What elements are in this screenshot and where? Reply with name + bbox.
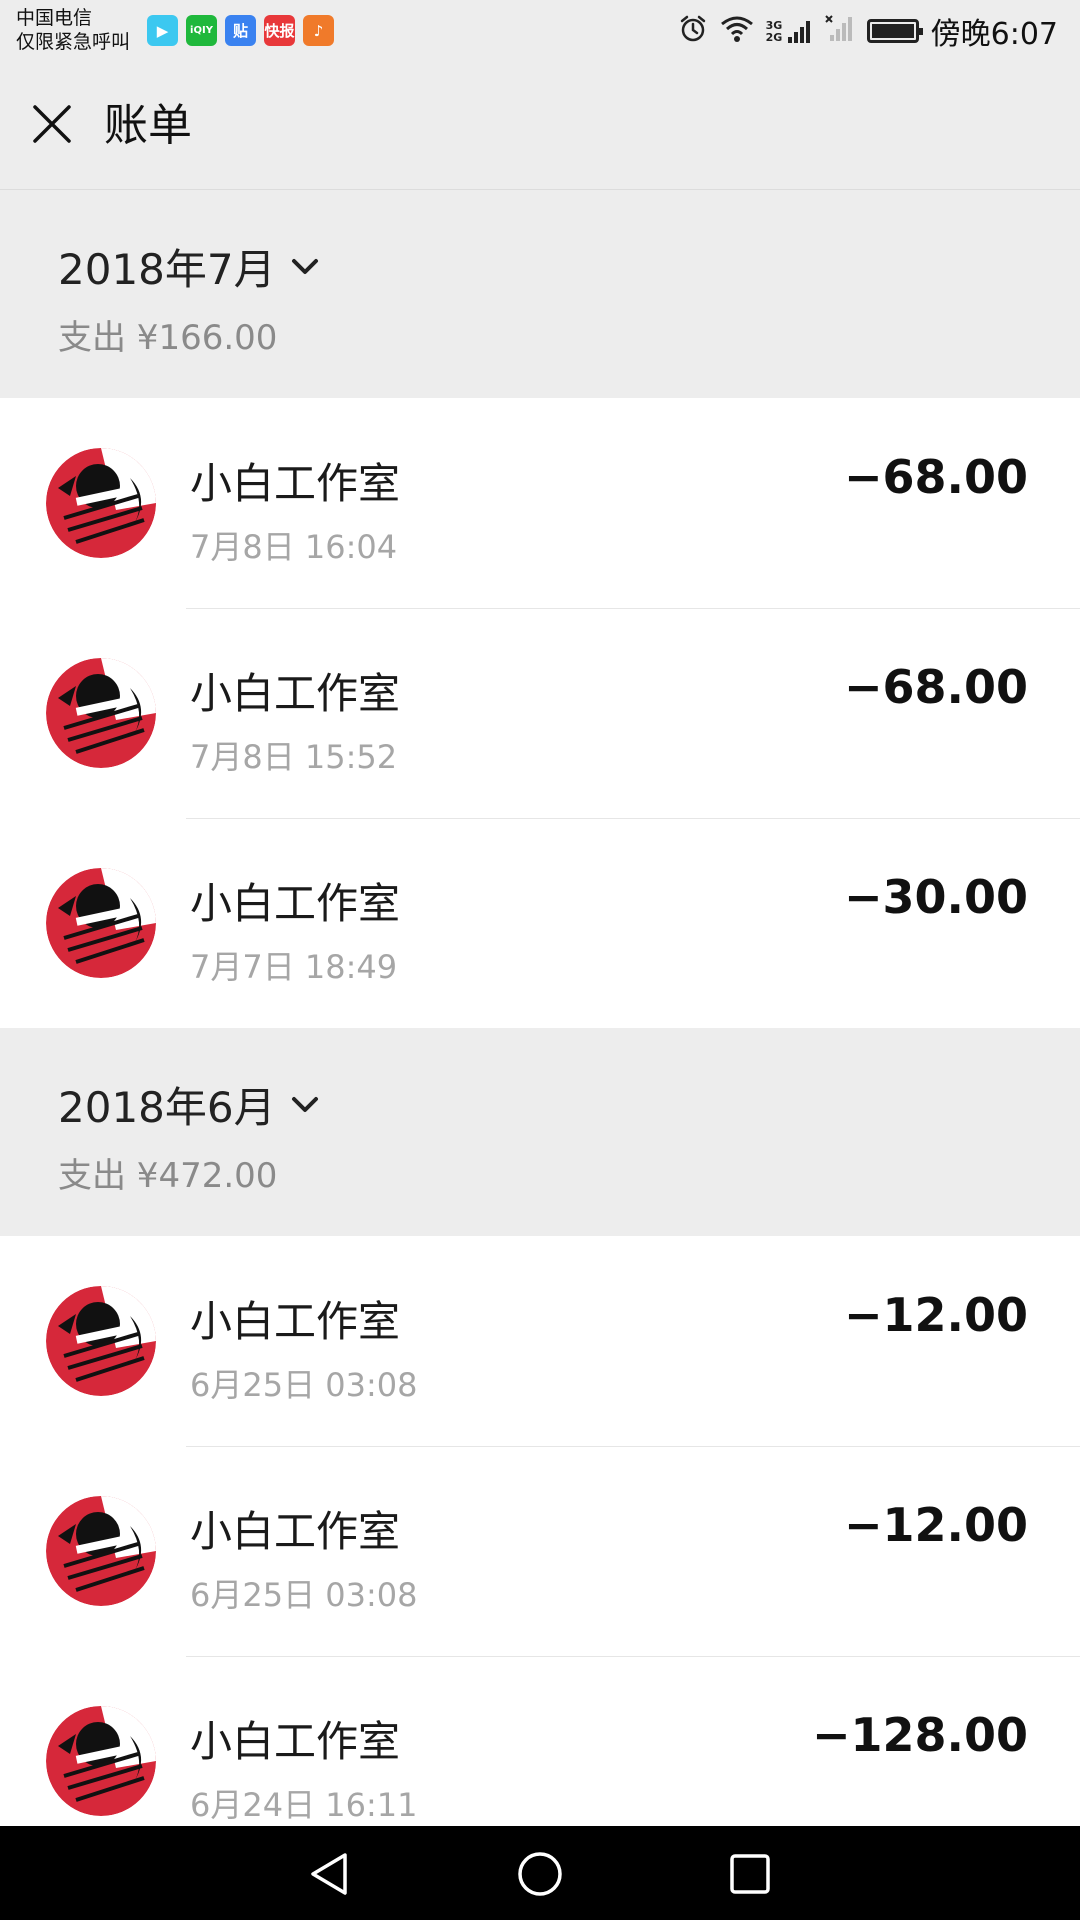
merchant-name: 小白工作室 — [190, 459, 401, 508]
transaction-time: 7月8日 15:52 — [190, 738, 398, 776]
tieba-icon: 贴 — [225, 15, 256, 46]
transaction-amount: −68.00 — [843, 660, 1028, 714]
merchant-name: 小白工作室 — [190, 1717, 401, 1766]
transaction-time: 6月24日 16:11 — [190, 1786, 418, 1824]
carrier-info: 中国电信 仅限紧急呼叫 — [16, 6, 130, 54]
back-nav-button[interactable] — [302, 1846, 358, 1902]
transaction-row[interactable]: 小白工作室 6月24日 16:11 −128.00 — [0, 1656, 1080, 1826]
chevron-down-icon — [291, 258, 318, 274]
merchant-avatar — [46, 1286, 156, 1396]
merchant-avatar-icon — [46, 658, 156, 768]
bill-list[interactable]: 2018年7月 支出 ¥166.00 小白工作室 7月8日 16:04 −68.00 小白… — [0, 190, 1080, 1826]
merchant-avatar-icon — [46, 868, 156, 978]
transaction-time: 6月25日 03:08 — [190, 1576, 418, 1614]
transaction-time: 7月8日 16:04 — [190, 528, 398, 566]
close-icon — [33, 105, 71, 143]
month-title: 2018年6月 — [58, 1083, 276, 1132]
transaction-amount: −12.00 — [843, 1288, 1028, 1342]
home-circle-icon — [518, 1852, 562, 1896]
merchant-avatar — [46, 1706, 156, 1816]
merchant-avatar-icon — [46, 1496, 156, 1606]
transaction-row[interactable]: 小白工作室 6月25日 03:08 −12.00 — [0, 1446, 1080, 1656]
wifi-icon — [720, 15, 754, 47]
transaction-row[interactable]: 小白工作室 7月8日 15:52 −68.00 — [0, 608, 1080, 818]
recents-nav-button[interactable] — [722, 1846, 778, 1902]
merchant-avatar — [46, 1496, 156, 1606]
transaction-row[interactable]: 小白工作室 7月8日 16:04 −68.00 — [0, 398, 1080, 608]
month-header: 2018年6月支出 ¥472.00 — [0, 1028, 1080, 1236]
video-play-icon: ▶ — [147, 15, 178, 46]
cellular-signal-icon: 3G 2G — [766, 18, 813, 44]
merchant-avatar-icon — [46, 1286, 156, 1396]
month-expense-summary: 支出 ¥166.00 — [58, 318, 278, 358]
transaction-row[interactable]: 小白工作室 7月7日 18:49 −30.00 — [0, 818, 1080, 1028]
network-type-label: 3G 2G — [765, 19, 783, 44]
transaction-time: 7月7日 18:49 — [190, 948, 398, 986]
bill-screen: 中国电信 仅限紧急呼叫 ▶ iQIY 贴快报 ♪ 3G 2G 傍晚6:07 账单… — [0, 0, 1080, 1920]
iqiyi-icon: iQIY — [186, 15, 217, 46]
status-indicators: 3G 2G 傍晚6:07 — [678, 10, 1058, 52]
merchant-avatar — [46, 658, 156, 768]
transaction-row[interactable]: 小白工作室 6月25日 03:08 −12.00 — [0, 1236, 1080, 1446]
transaction-amount: −128.00 — [811, 1708, 1028, 1762]
no-signal-icon — [824, 15, 855, 47]
chevron-down-icon — [291, 1096, 318, 1112]
transaction-amount: −68.00 — [843, 450, 1028, 504]
merchant-name: 小白工作室 — [190, 669, 401, 718]
transaction-list: 小白工作室 7月8日 16:04 −68.00 小白工作室 7月8日 15:52 −68.… — [0, 398, 1080, 1028]
recents-square-icon — [730, 1854, 770, 1894]
video-app-icon: ♪ — [303, 15, 334, 46]
page-title: 账单 — [104, 100, 192, 151]
merchant-name: 小白工作室 — [190, 1297, 401, 1346]
alarm-icon — [678, 14, 708, 48]
merchant-avatar — [46, 868, 156, 978]
nav-header: 账单 — [0, 62, 1080, 190]
system-nav-bar — [0, 1826, 1080, 1920]
status-bar: 中国电信 仅限紧急呼叫 ▶ iQIY 贴快报 ♪ 3G 2G 傍晚6:07 — [0, 0, 1080, 62]
status-time: 傍晚6:07 — [930, 17, 1058, 52]
transaction-amount: −30.00 — [843, 870, 1028, 924]
month-selector[interactable]: 2018年7月 — [58, 236, 320, 297]
transaction-amount: −12.00 — [843, 1498, 1028, 1552]
month-header: 2018年7月支出 ¥166.00 — [0, 190, 1080, 398]
month-selector[interactable]: 2018年6月 — [58, 1074, 320, 1135]
carrier-name: 中国电信 — [16, 7, 93, 29]
merchant-avatar-icon — [46, 448, 156, 558]
month-title: 2018年7月 — [58, 245, 276, 294]
notification-app-icons: ▶ iQIY 贴快报 ♪ — [147, 15, 334, 46]
merchant-avatar — [46, 448, 156, 558]
battery-icon — [866, 19, 923, 43]
transaction-list: 小白工作室 6月25日 03:08 −12.00 小白工作室 6月25日 03:08 −1… — [0, 1236, 1080, 1826]
back-triangle-icon — [311, 1853, 347, 1895]
emergency-only-label: 仅限紧急呼叫 — [16, 31, 131, 53]
merchant-name: 小白工作室 — [190, 1507, 401, 1556]
home-nav-button[interactable] — [512, 1846, 568, 1902]
transaction-time: 6月25日 03:08 — [190, 1366, 418, 1404]
close-button[interactable] — [24, 96, 80, 152]
month-expense-summary: 支出 ¥472.00 — [58, 1156, 278, 1196]
news-app-icon: 快报 — [264, 15, 295, 46]
merchant-name: 小白工作室 — [190, 879, 401, 928]
merchant-avatar-icon — [46, 1706, 156, 1816]
